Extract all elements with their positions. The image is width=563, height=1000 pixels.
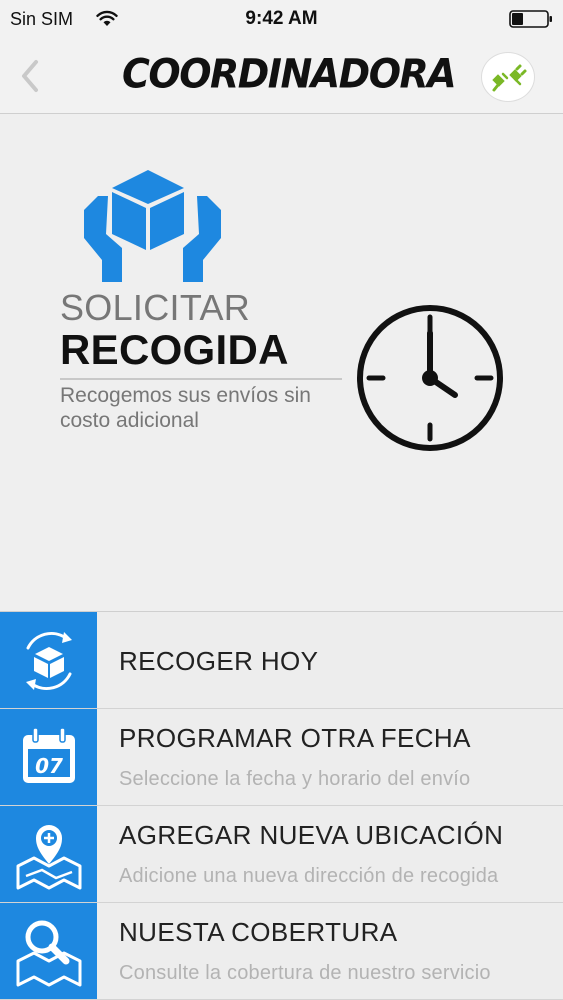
map-search-icon [16, 920, 82, 987]
hands-box-icon [84, 170, 221, 282]
calendar-icon: 07 [23, 727, 75, 783]
pickup-hero: SOLICITAR RECOGIDA Recogemos sus envíos … [0, 115, 563, 611]
menu-icon-container [0, 903, 97, 999]
menu-icon-container: 07 [0, 709, 97, 805]
menu-item-title: NUESTA COBERTURA [119, 917, 398, 947]
menu-item-programar-fecha[interactable]: 07 PROGRAMAR OTRA FECHA Seleccione la fe… [0, 709, 563, 806]
back-button[interactable] [14, 54, 50, 98]
menu-item-subtitle: Seleccione la fecha y horario del envío [119, 768, 471, 790]
menu-item-title: AGREGAR NUEVA UBICACIÓN [119, 820, 504, 850]
calendar-day-text: 07 [35, 754, 63, 778]
hero-title-line1: SOLICITAR [60, 287, 251, 328]
menu-item-title: PROGRAMAR OTRA FECHA [119, 723, 471, 753]
menu-item-agregar-ubicacion[interactable]: AGREGAR NUEVA UBICACIÓN Adicione una nue… [0, 806, 563, 903]
hero-divider [60, 378, 342, 380]
menu-item-title: RECOGER HOY [119, 646, 319, 676]
clock-icon [357, 305, 503, 451]
menu-item-cobertura[interactable]: NUESTA COBERTURA Consulte la cobertura d… [0, 903, 563, 1000]
menu-icon-container [0, 806, 97, 902]
pickup-options-menu: RECOGER HOY 07 PROGRAMAR OTRA FECHA Sele… [0, 611, 563, 1000]
clock-time: 9:42 AM [245, 8, 318, 29]
coordinadora-logo: COORDINADORA [122, 50, 457, 98]
battery-icon [509, 10, 552, 28]
package-refresh-icon [26, 631, 72, 691]
menu-item-subtitle: Consulte la cobertura de nuestro servici… [119, 962, 491, 984]
menu-icon-container [0, 612, 97, 708]
connection-button[interactable] [481, 52, 535, 102]
menu-item-subtitle: Adicione una nueva dirección de recogida [119, 865, 499, 887]
map-pin-add-icon [16, 825, 82, 890]
navigation-bar: COORDINADORA [0, 38, 563, 114]
hero-subtitle: Recogemos sus envíos sin costo adicional [60, 384, 311, 432]
hero-title-line2: RECOGIDA [60, 326, 289, 373]
plug-icon [492, 64, 527, 92]
menu-item-recoger-hoy[interactable]: RECOGER HOY [0, 612, 563, 709]
status-bar: Sin SIM 9:42 AM [0, 0, 563, 38]
